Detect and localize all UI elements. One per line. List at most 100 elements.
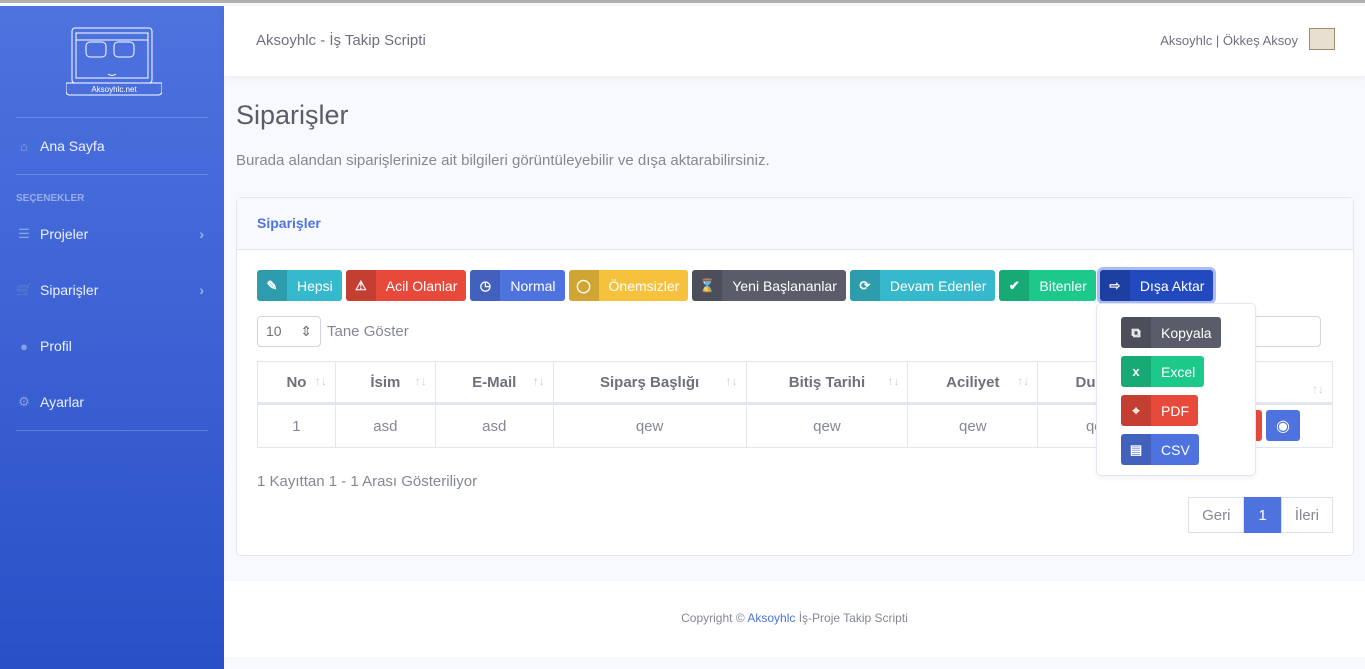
label: Projeler (40, 226, 89, 242)
table-cell: asd (434, 403, 554, 448)
filter-button-4[interactable]: ⌛ Yeni Başlananlar (692, 270, 846, 301)
filter-icon: ✎ (257, 270, 287, 301)
footer-link[interactable]: Aksoyhlc (747, 611, 795, 625)
filter-icon: ⚠ (345, 270, 376, 301)
page-length-label: Tane Göster (327, 323, 409, 340)
sidebar-item-ana-sayfa[interactable]: ⌂ Ana Sayfa (16, 138, 208, 154)
divider (16, 117, 208, 118)
table-cell: asd (334, 403, 436, 448)
sort-icon: ⇕ (300, 323, 312, 339)
filter-label: Devam Edenler (889, 277, 987, 294)
next-page-button[interactable]: İleri (1280, 497, 1333, 533)
table-cell: qew (552, 403, 747, 448)
chevron-right-icon: › (199, 282, 204, 298)
sidebar-item-siparisler[interactable]: 🛒 Siparişler › (16, 282, 208, 298)
export-pdf-button[interactable]: ⌖ PDF (1121, 395, 1198, 426)
column-header[interactable]: Aciliyet ↑↓ (907, 361, 1039, 405)
sidebar: Aksoyhlc.net ⌂ Ana Sayfa SEÇENEKLER ☰ Proj… (0, 6, 224, 669)
label: Siparişler (40, 282, 99, 298)
sort-icon: ↑↓ (1017, 373, 1030, 388)
filter-icon: ⟳ (849, 270, 880, 301)
avatar[interactable] (1309, 28, 1335, 50)
export-label: Excel (1161, 363, 1196, 380)
filter-icon: ⇨ (1099, 270, 1130, 301)
pagination: Geri 1 İleri (1188, 497, 1333, 533)
page-length-select[interactable]: 10 ⇕ (257, 316, 321, 347)
sort-icon: ↑↓ (887, 373, 900, 388)
filter-button-6[interactable]: ✔ Bitenler (999, 270, 1096, 301)
search-input[interactable] (1251, 316, 1321, 347)
filter-label: Normal (510, 277, 556, 294)
table-cell: qew (745, 403, 909, 448)
filter-icon: ⌛ (692, 270, 723, 301)
table-info: 1 Kayıttan 1 - 1 Arası Gösteriliyor (257, 473, 478, 490)
export-excel-button[interactable]: x Excel (1121, 356, 1205, 387)
gear-icon: ⚙ (18, 394, 30, 409)
label: Ana Sayfa (40, 138, 105, 154)
tasks-icon: ☰ (18, 226, 30, 241)
copyright: Copyright © (681, 611, 748, 625)
view-button[interactable]: ◉ (1266, 410, 1300, 441)
user-circle-icon: ● (20, 338, 28, 354)
filter-label: Hepsi (297, 277, 333, 294)
filter-label: Yeni Başlananlar (732, 277, 837, 294)
footer-text: İş-Proje Takip Scripti (795, 611, 908, 625)
page-length: 10 ⇕ Tane Göster (257, 316, 409, 347)
app-title: Aksoyhlc - İş Takip Scripti (256, 32, 426, 49)
footer: Copyright © Aksoyhlc İş-Proje Takip Scri… (224, 581, 1365, 657)
export-label: CSV (1161, 441, 1190, 458)
card-title: Siparişler (237, 198, 1353, 250)
divider (16, 430, 208, 431)
brand-logo[interactable]: Aksoyhlc.net (66, 26, 162, 98)
sort-icon: ↑↓ (725, 373, 738, 388)
column-header[interactable]: Bitiş Tarihi ↑↓ (745, 361, 909, 405)
label: Profil (40, 338, 72, 354)
sidebar-item-projeler[interactable]: ☰ Projeler › (16, 226, 208, 242)
sort-icon: ↑↓ (1312, 382, 1324, 396)
filter-button-3[interactable]: ◯ Önemsizler (568, 270, 689, 301)
page-description: Burada alandan siparişlerinize ait bilgi… (236, 152, 770, 169)
filter-button-0[interactable]: ✎ Hepsi (257, 270, 342, 301)
filter-icon: ◯ (568, 270, 599, 301)
filter-label: Bitenler (1039, 277, 1087, 294)
file-icon: ▤ (1121, 434, 1151, 465)
filter-buttons: ✎ Hepsi ⚠ Acil Olanlar ◷ Normal ◯ Önemsizler ⌛ Ye… (257, 270, 1214, 301)
export-label: Kopyala (1161, 324, 1212, 341)
column-header[interactable]: E-Mail ↑↓ (434, 361, 554, 405)
cart-icon: 🛒 (16, 282, 33, 297)
page-1-button[interactable]: 1 (1244, 497, 1281, 533)
home-icon: ⌂ (20, 138, 28, 154)
sort-icon: ↑↓ (532, 373, 545, 388)
filter-label: Dışa Aktar (1139, 277, 1205, 294)
filter-label: Acil Olanlar (385, 277, 458, 294)
filter-button-7[interactable]: ⇨ Dışa Aktar (1099, 270, 1214, 301)
eye-icon: ◉ (1276, 418, 1290, 435)
filter-icon: ◷ (470, 270, 501, 301)
export-label: PDF (1161, 402, 1189, 419)
export-csv-button[interactable]: ▤ CSV (1121, 434, 1199, 465)
column-header[interactable]: No ↑↓ (257, 361, 336, 405)
filter-button-1[interactable]: ⚠ Acil Olanlar (345, 270, 467, 301)
sort-icon: ↑↓ (314, 373, 327, 388)
file-icon: x (1121, 356, 1151, 387)
page-title: Siparişler (236, 100, 349, 130)
sidebar-item-ayarlar[interactable]: ⚙ Ayarlar (16, 394, 208, 410)
prev-page-button[interactable]: Geri (1188, 497, 1245, 533)
filter-icon: ✔ (999, 270, 1030, 301)
sidebar-item-profil[interactable]: ● Profil (16, 338, 208, 354)
filter-label: Önemsizler (608, 277, 680, 294)
topbar: Aksoyhlc - İş Takip Scripti Aksoyhlc | Ö… (224, 6, 1365, 76)
table-cell: qew (907, 403, 1039, 448)
file-icon: ⧉ (1121, 317, 1151, 348)
export-kopyala-button[interactable]: ⧉ Kopyala (1121, 317, 1221, 348)
filter-button-2[interactable]: ◷ Normal (470, 270, 565, 301)
column-header[interactable]: Siparş Başlığı ↑↓ (552, 361, 747, 405)
filter-button-5[interactable]: ⟳ Devam Edenler (849, 270, 996, 301)
export-dropdown: ⧉ Kopyala x Excel ⌖ PDF ▤ CSV (1096, 303, 1256, 476)
column-header[interactable]: İsim ↑↓ (334, 361, 436, 405)
divider (16, 174, 208, 175)
file-icon: ⌖ (1121, 395, 1151, 426)
table-cell: 1 (257, 403, 336, 448)
chevron-right-icon: › (199, 226, 204, 242)
user-name[interactable]: Aksoyhlc | Ökkeş Aksoy (1160, 33, 1298, 48)
